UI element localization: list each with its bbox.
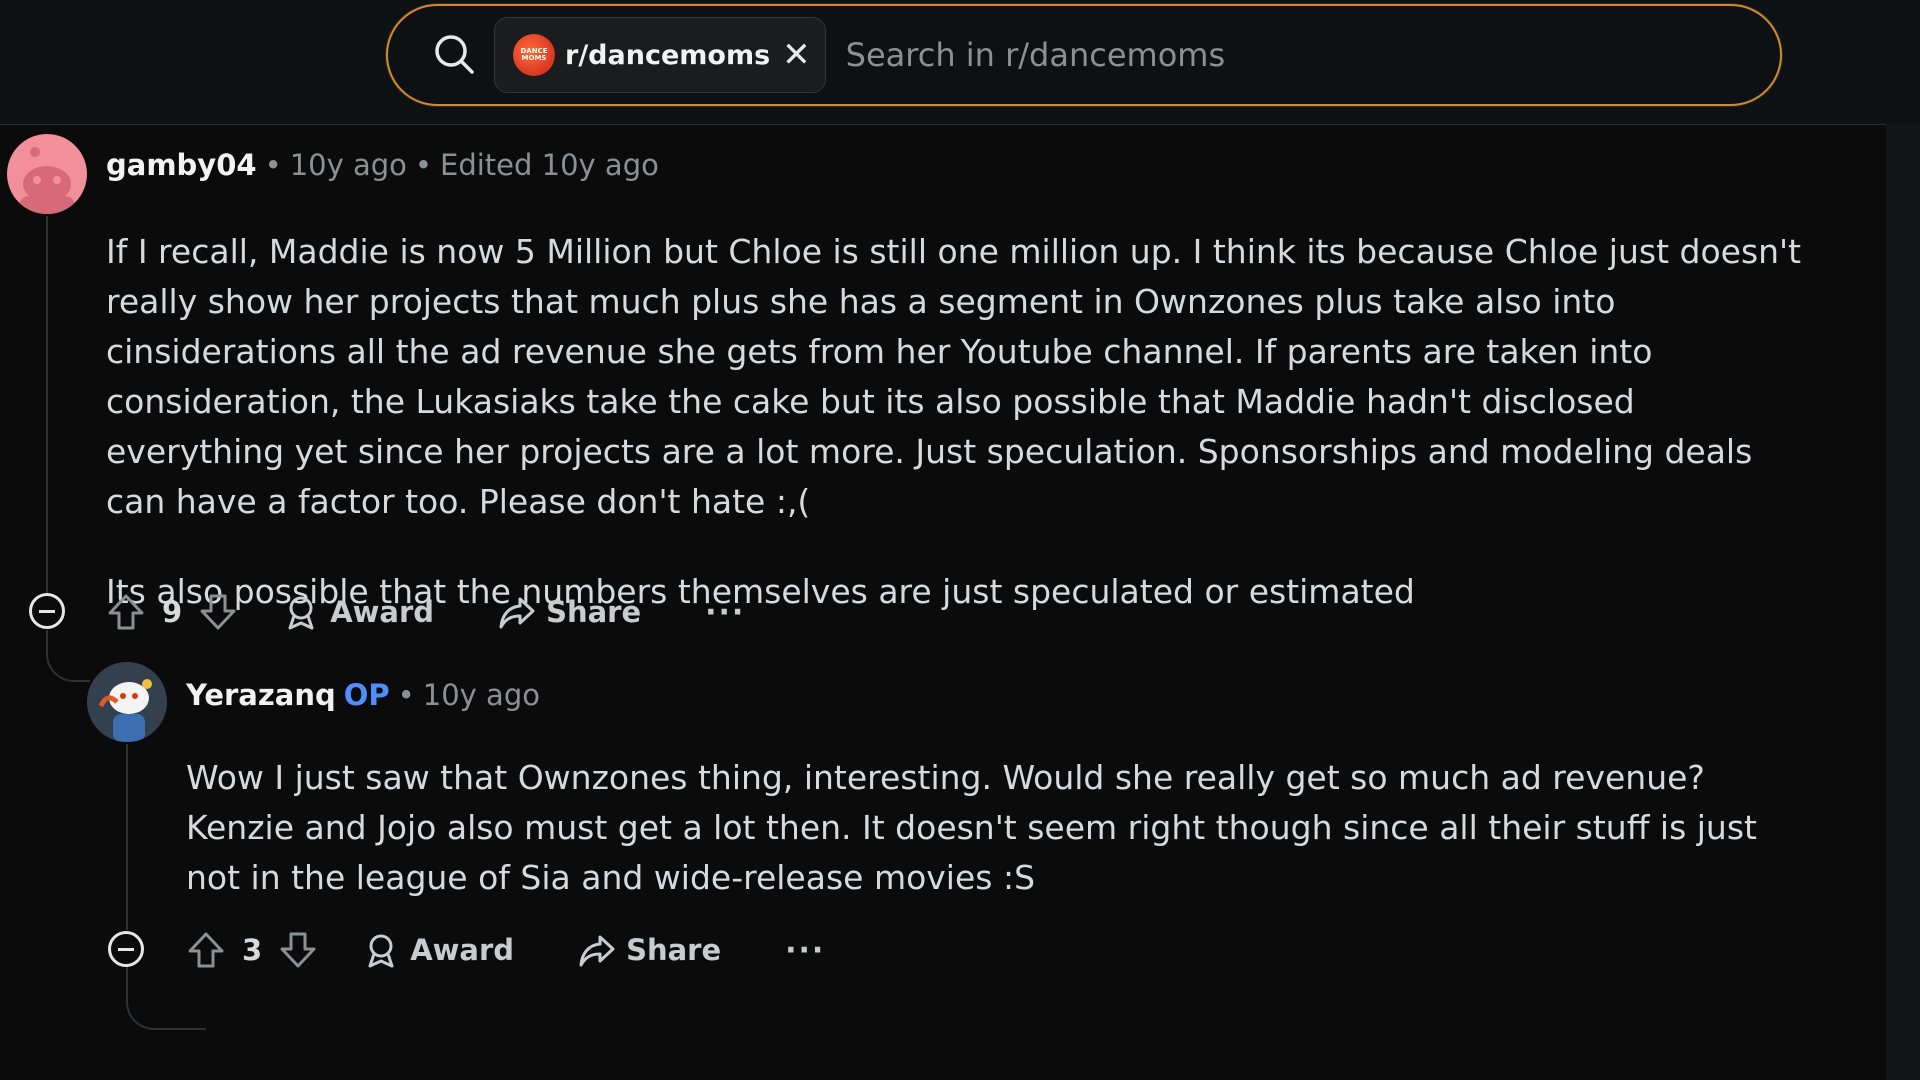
downvote-icon[interactable] — [278, 930, 318, 970]
top-bar: DANCE MOMS r/dancemoms ✕ — [0, 0, 1920, 125]
share-label: Share — [546, 595, 642, 629]
share-button[interactable]: Share — [578, 931, 721, 969]
timestamp[interactable]: 10y ago — [290, 148, 407, 182]
community-chip-label: r/dancemoms — [565, 39, 771, 71]
more-options-button[interactable]: ··· — [705, 595, 745, 630]
community-chip[interactable]: DANCE MOMS r/dancemoms ✕ — [494, 17, 826, 93]
upvote-icon[interactable] — [186, 930, 226, 970]
more-options-button[interactable]: ··· — [785, 933, 825, 968]
meta-separator: • — [414, 148, 433, 182]
search-input[interactable] — [843, 35, 1780, 75]
comment-actions: 9 Award Share ··· — [106, 587, 745, 637]
upvote-icon[interactable] — [106, 592, 146, 632]
award-label: Award — [330, 595, 435, 629]
comment-paragraph: If I recall, Maddie is now 5 Million but… — [106, 232, 1802, 521]
award-icon — [288, 596, 314, 630]
snoo-avatar-icon — [19, 147, 75, 214]
comment-body: If I recall, Maddie is now 5 Million but… — [106, 227, 1806, 617]
avatar[interactable] — [87, 662, 167, 742]
share-icon — [499, 597, 535, 629]
username[interactable]: gamby04 — [106, 148, 257, 182]
meta-separator: • — [397, 678, 415, 712]
award-button[interactable]: Award — [362, 931, 514, 969]
comment-paragraph: Wow I just saw that Ownzones thing, inte… — [186, 758, 1757, 897]
minus-icon — [39, 609, 55, 613]
op-badge: OP — [343, 678, 390, 712]
timestamp[interactable]: 10y ago — [423, 678, 540, 712]
thread-line — [46, 216, 48, 596]
share-icon — [579, 935, 615, 967]
minus-icon — [118, 947, 134, 951]
snoo-avatar-icon — [87, 662, 167, 742]
scrollbar-track[interactable] — [1886, 124, 1920, 1080]
comment-body: Wow I just saw that Ownzones thing, inte… — [186, 753, 1786, 903]
vote-score: 3 — [242, 933, 263, 967]
search-icon[interactable] — [430, 30, 480, 80]
collapse-thread-button[interactable] — [29, 593, 65, 629]
vote-score: 9 — [162, 595, 183, 629]
username[interactable]: Yerazanq — [186, 678, 336, 712]
share-button[interactable]: Share — [498, 593, 641, 631]
award-icon — [368, 934, 394, 968]
thread-connector — [46, 630, 90, 682]
edited-label: Edited 10y ago — [440, 148, 659, 182]
downvote-icon[interactable] — [198, 592, 238, 632]
avatar[interactable] — [7, 134, 87, 214]
comment-meta: gamby04 • 10y ago • Edited 10y ago — [106, 148, 659, 182]
award-label: Award — [410, 933, 515, 967]
community-avatar: DANCE MOMS — [513, 34, 555, 76]
collapse-thread-button[interactable] — [108, 931, 144, 967]
comment-meta: Yerazanq OP • 10y ago — [186, 678, 540, 712]
share-label: Share — [626, 933, 722, 967]
comment-actions: 3 Award Share ··· — [186, 925, 825, 975]
search-bar[interactable]: DANCE MOMS r/dancemoms ✕ — [386, 4, 1782, 106]
meta-separator: • — [264, 148, 282, 182]
award-button[interactable]: Award — [282, 593, 434, 631]
thread-line — [126, 744, 128, 930]
close-icon[interactable]: ✕ — [782, 38, 811, 72]
